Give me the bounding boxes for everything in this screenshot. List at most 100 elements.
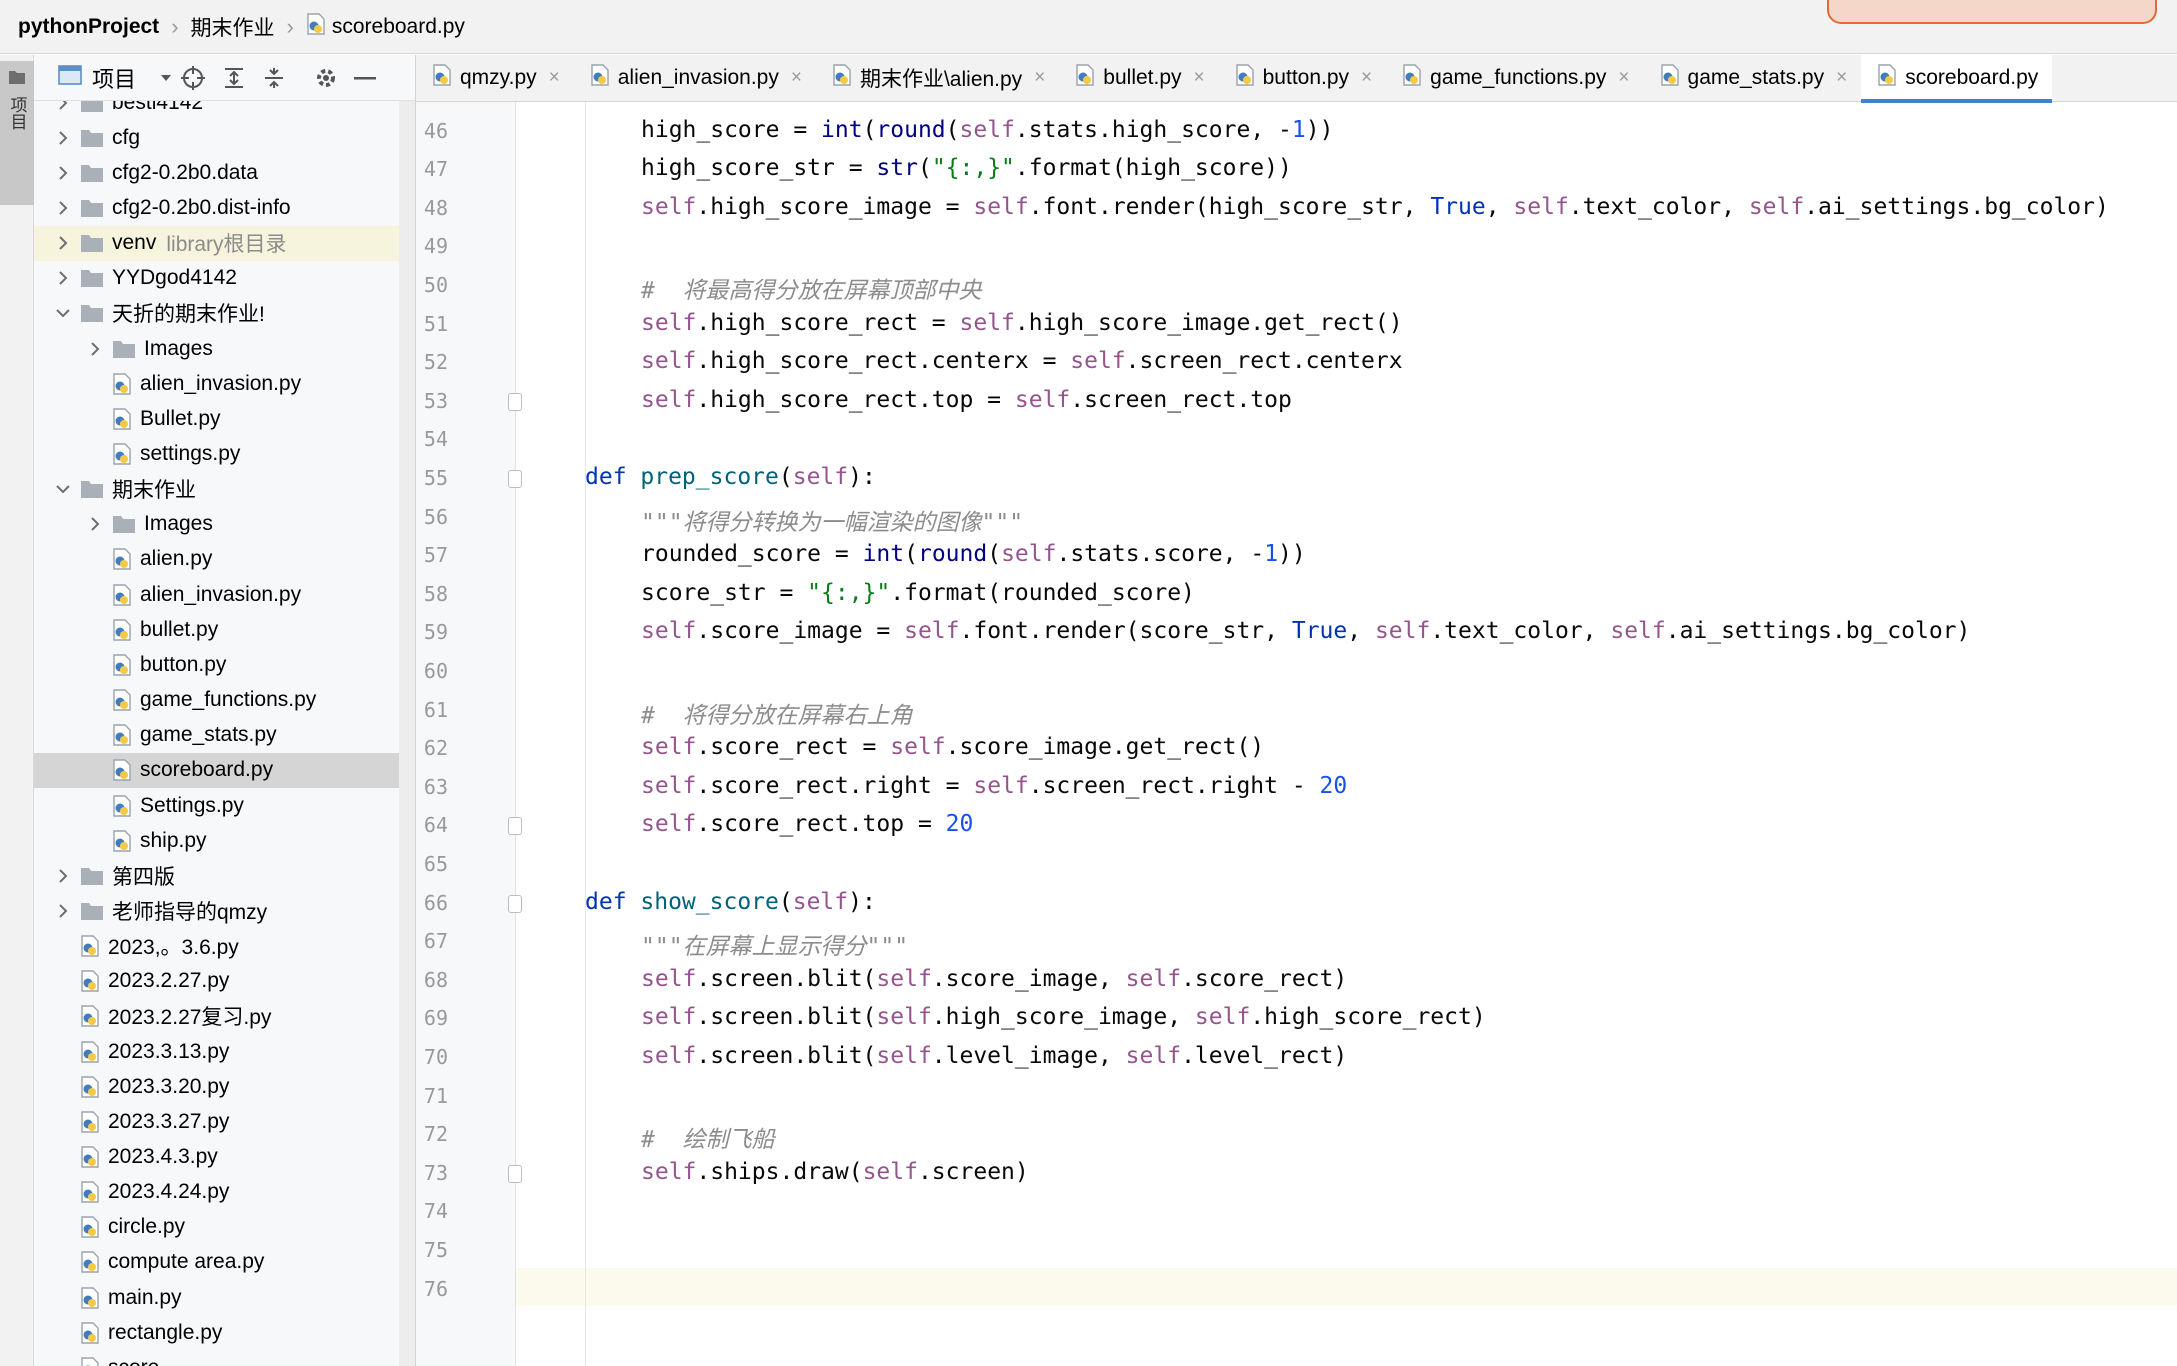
tree-file[interactable]: Bullet.py <box>34 401 415 436</box>
tree-file[interactable]: compute area.py <box>34 1245 415 1280</box>
chevron-down-icon[interactable] <box>52 484 74 494</box>
expand-all-icon[interactable] <box>222 66 246 90</box>
close-icon[interactable]: × <box>1194 67 1205 89</box>
chevron-right-icon[interactable] <box>84 517 106 532</box>
tree-folder[interactable]: 第四版 <box>34 858 415 893</box>
editor-tab[interactable]: game_stats.py × <box>1644 55 1862 102</box>
fold-marker-icon[interactable] <box>508 469 522 488</box>
editor-tab[interactable]: game_functions.py × <box>1386 55 1643 102</box>
code-line[interactable]: def prep_score(self): <box>585 464 876 490</box>
editor-tab[interactable]: button.py × <box>1219 55 1387 102</box>
tree-folder[interactable]: cfg2-0.2b0.data <box>34 155 415 190</box>
close-icon[interactable]: × <box>1836 67 1847 89</box>
code-line[interactable]: # 将得分放在屏幕右上角 <box>641 696 913 730</box>
code-line[interactable]: self.score_rect.top = 20 <box>641 811 973 837</box>
tree-file[interactable]: 2023.3.27.py <box>34 1104 415 1139</box>
code-line[interactable]: rounded_score = int(round(self.stats.sco… <box>641 541 1306 567</box>
tree-file[interactable]: bullet.py <box>34 612 415 647</box>
fold-marker-icon[interactable] <box>508 817 522 836</box>
tree-file[interactable]: score <box>34 1350 415 1366</box>
tree-file[interactable]: Settings.py <box>34 788 415 823</box>
chevron-down-icon[interactable] <box>52 308 74 318</box>
close-icon[interactable]: × <box>1034 67 1045 89</box>
chevron-right-icon[interactable] <box>52 271 74 285</box>
tree-folder[interactable]: YYDgod4142 <box>34 261 415 296</box>
collapse-all-icon[interactable] <box>262 66 286 90</box>
close-icon[interactable]: × <box>549 67 560 89</box>
close-icon[interactable]: × <box>791 67 802 89</box>
project-tool-button[interactable]: 项目 <box>0 61 34 205</box>
locate-file-icon[interactable] <box>180 65 206 91</box>
breadcrumb-file[interactable]: scoreboard.py <box>306 12 465 41</box>
code-line[interactable]: self.high_score_image = self.font.render… <box>641 194 2109 220</box>
dropdown-arrow-icon[interactable] <box>160 73 172 83</box>
tree-file[interactable]: 2023.3.13.py <box>34 1034 415 1069</box>
chevron-right-icon[interactable] <box>52 130 74 145</box>
tree-folder[interactable]: cfg <box>34 120 415 155</box>
chevron-right-icon[interactable] <box>84 341 106 356</box>
code-line[interactable]: self.high_score_rect = self.high_score_i… <box>641 310 1403 336</box>
code-line[interactable]: self.high_score_rect.centerx = self.scre… <box>641 348 1403 374</box>
tree-file[interactable]: circle.py <box>34 1210 415 1245</box>
tree-folder[interactable]: venv library根目录 <box>34 225 415 261</box>
close-icon[interactable]: × <box>1618 67 1629 89</box>
code-line[interactable]: score_str = "{:,}".format(rounded_score) <box>641 580 1195 606</box>
fold-marker-icon[interactable] <box>508 392 522 411</box>
tree-folder[interactable]: 老师指导的qmzy <box>34 893 415 928</box>
code-line[interactable]: self.ships.draw(self.screen) <box>641 1159 1029 1185</box>
code-line[interactable]: high_score = int(round(self.stats.high_s… <box>641 117 1333 143</box>
project-scrollbar[interactable] <box>399 101 415 1366</box>
code-line[interactable]: self.score_rect.right = self.screen_rect… <box>641 773 1347 799</box>
tree-file[interactable]: game_stats.py <box>34 718 415 753</box>
tree-folder[interactable]: Images <box>34 507 415 542</box>
tree-file[interactable]: alien.py <box>34 542 415 577</box>
tree-file[interactable]: alien_invasion.py <box>34 366 415 401</box>
tree-folder[interactable]: 期末作业 <box>34 472 415 507</box>
minimize-icon[interactable] <box>354 75 377 81</box>
tree-file[interactable]: 2023.3.20.py <box>34 1069 415 1104</box>
code-line[interactable]: self.score_image = self.font.render(scor… <box>641 618 1970 644</box>
chevron-right-icon[interactable] <box>52 869 74 883</box>
chevron-right-icon[interactable] <box>52 201 74 215</box>
breadcrumb-folder[interactable]: 期末作业 <box>191 12 275 42</box>
code-line[interactable]: self.score_rect = self.score_image.get_r… <box>641 734 1264 760</box>
code-line[interactable]: self.screen.blit(self.level_image, self.… <box>641 1043 1347 1069</box>
tree-file[interactable]: 2023.2.27.py <box>34 964 415 999</box>
chevron-right-icon[interactable] <box>52 166 74 180</box>
tree-file[interactable]: 2023.4.3.py <box>34 1140 415 1175</box>
chevron-right-icon[interactable] <box>52 904 74 918</box>
editor-tab[interactable]: bullet.py × <box>1059 55 1218 102</box>
breadcrumb-project[interactable]: pythonProject <box>18 15 159 39</box>
tree-file[interactable]: ship.py <box>34 823 415 858</box>
project-view-title[interactable]: 项目 <box>92 62 136 94</box>
tree-folder[interactable]: Images <box>34 331 415 366</box>
tree-file[interactable]: scoreboard.py <box>34 752 415 788</box>
editor-tab[interactable]: qmzy.py × <box>416 55 574 102</box>
editor-tab[interactable]: scoreboard.py <box>1861 54 2053 103</box>
gear-icon[interactable] <box>314 66 338 90</box>
tree-file[interactable]: 2023.2.27复习.py <box>34 999 415 1034</box>
fold-marker-icon[interactable] <box>508 894 522 913</box>
fold-marker-icon[interactable] <box>508 1164 522 1183</box>
editor-tab[interactable]: alien_invasion.py × <box>574 55 816 102</box>
tree-file[interactable]: alien_invasion.py <box>34 577 415 612</box>
tree-file[interactable]: rectangle.py <box>34 1315 415 1350</box>
editor-tab[interactable]: 期末作业\alien.py × <box>816 55 1059 102</box>
code-line[interactable]: # 绘制飞船 <box>641 1120 775 1154</box>
tree-file[interactable]: button.py <box>34 647 415 682</box>
code-line[interactable]: """将得分转换为一幅渲染的图像""" <box>641 503 1023 537</box>
code-line[interactable]: self.screen.blit(self.score_image, self.… <box>641 966 1347 992</box>
code-line[interactable]: # 将最高得分放在屏幕顶部中央 <box>641 271 982 305</box>
tree-file[interactable]: 2023,。3.6.py <box>34 929 415 964</box>
code-line[interactable]: """在屏幕上显示得分""" <box>641 927 908 961</box>
tree-file[interactable]: main.py <box>34 1280 415 1315</box>
tree-folder[interactable]: 天折的期末作业! <box>34 296 415 331</box>
tree-file[interactable]: 2023.4.24.py <box>34 1175 415 1210</box>
code-line[interactable]: def show_score(self): <box>585 889 876 915</box>
code-line[interactable]: high_score_str = str("{:,}".format(high_… <box>641 155 1292 181</box>
code-line[interactable]: self.screen.blit(self.high_score_image, … <box>641 1004 1486 1030</box>
tree-file[interactable]: settings.py <box>34 437 415 472</box>
chevron-right-icon[interactable] <box>52 236 74 250</box>
tree-file[interactable]: game_functions.py <box>34 683 415 718</box>
tree-folder[interactable]: cfg2-0.2b0.dist-info <box>34 190 415 225</box>
